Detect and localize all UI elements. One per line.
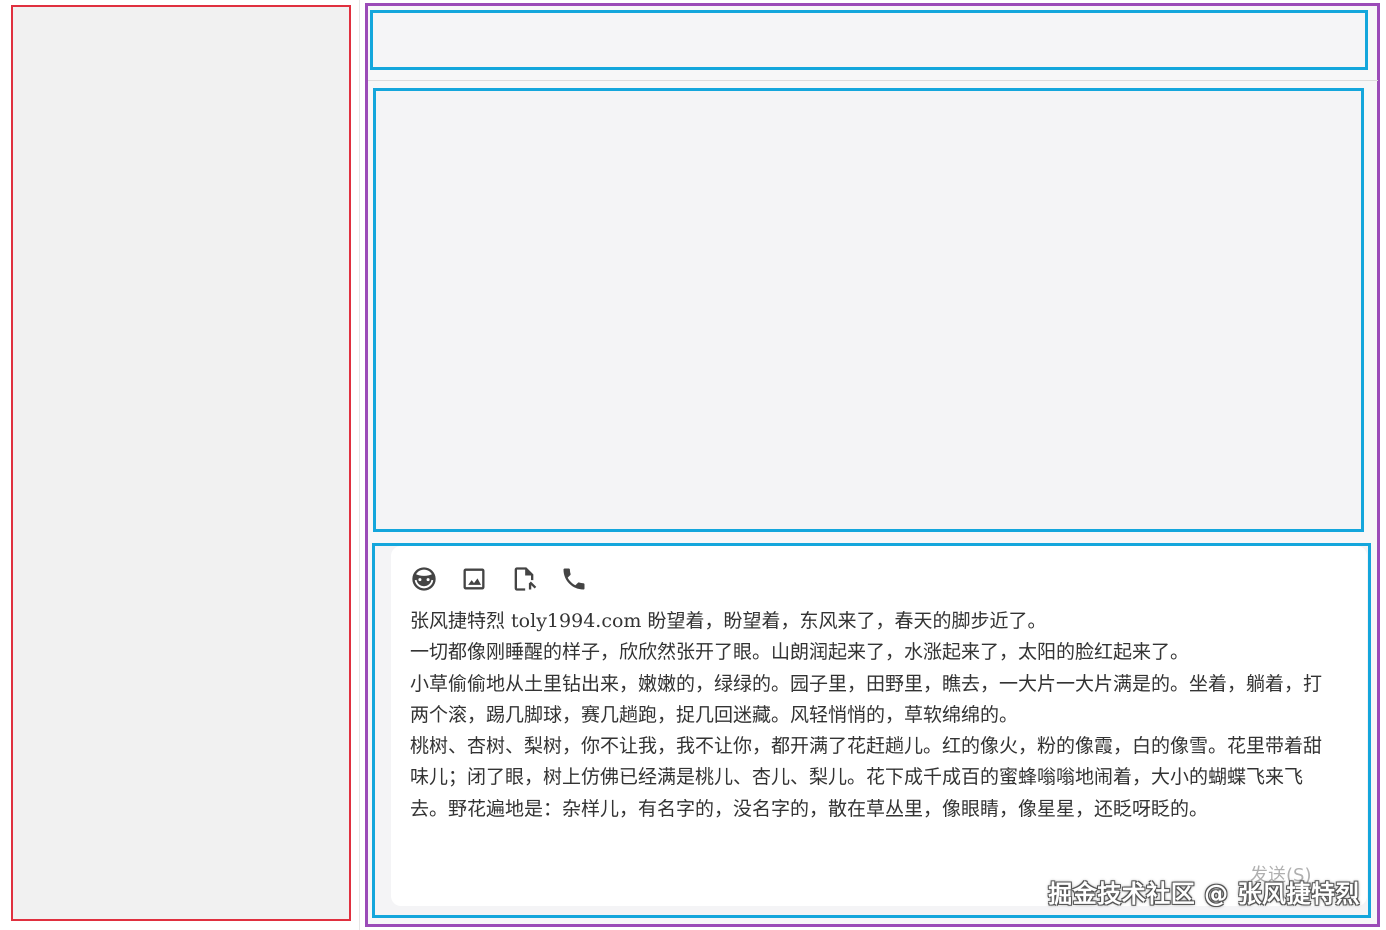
input-toolbar: [408, 563, 590, 595]
image-icon[interactable]: [458, 563, 490, 595]
emoji-icon[interactable]: [408, 563, 440, 595]
message-editor[interactable]: 张风捷特烈 toly1994.com 盼望着，盼望着，东风来了，春天的脚步近了。…: [410, 606, 1330, 825]
editor-paragraph: 一切都像刚睡醒的样子，欣欣然张开了眼。山朗润起来了，水涨起来了，太阳的脸红起来了…: [410, 641, 1190, 664]
panel-divider[interactable]: [359, 0, 360, 930]
header-divider: [368, 80, 1378, 81]
editor-paragraph: 桃树、杏树、梨树，你不让我，我不让你，都开满了花赶趟儿。红的像火，粉的像霞，白的…: [410, 735, 1323, 820]
phone-icon[interactable]: [558, 563, 590, 595]
left-panel: [11, 5, 351, 921]
message-list[interactable]: [373, 88, 1364, 532]
editor-paragraph: 小草偷偷地从土里钻出来，嫩嫩的，绿绿的。园子里，田野里，瞧去，一大片一大片满是的…: [410, 672, 1323, 726]
send-button[interactable]: 发送(S): [1250, 861, 1311, 887]
file-icon[interactable]: [508, 563, 540, 595]
editor-paragraph: 张风捷特烈 toly1994.com 盼望着，盼望着，东风来了，春天的脚步近了。: [410, 610, 1047, 632]
chat-header: [370, 10, 1368, 70]
